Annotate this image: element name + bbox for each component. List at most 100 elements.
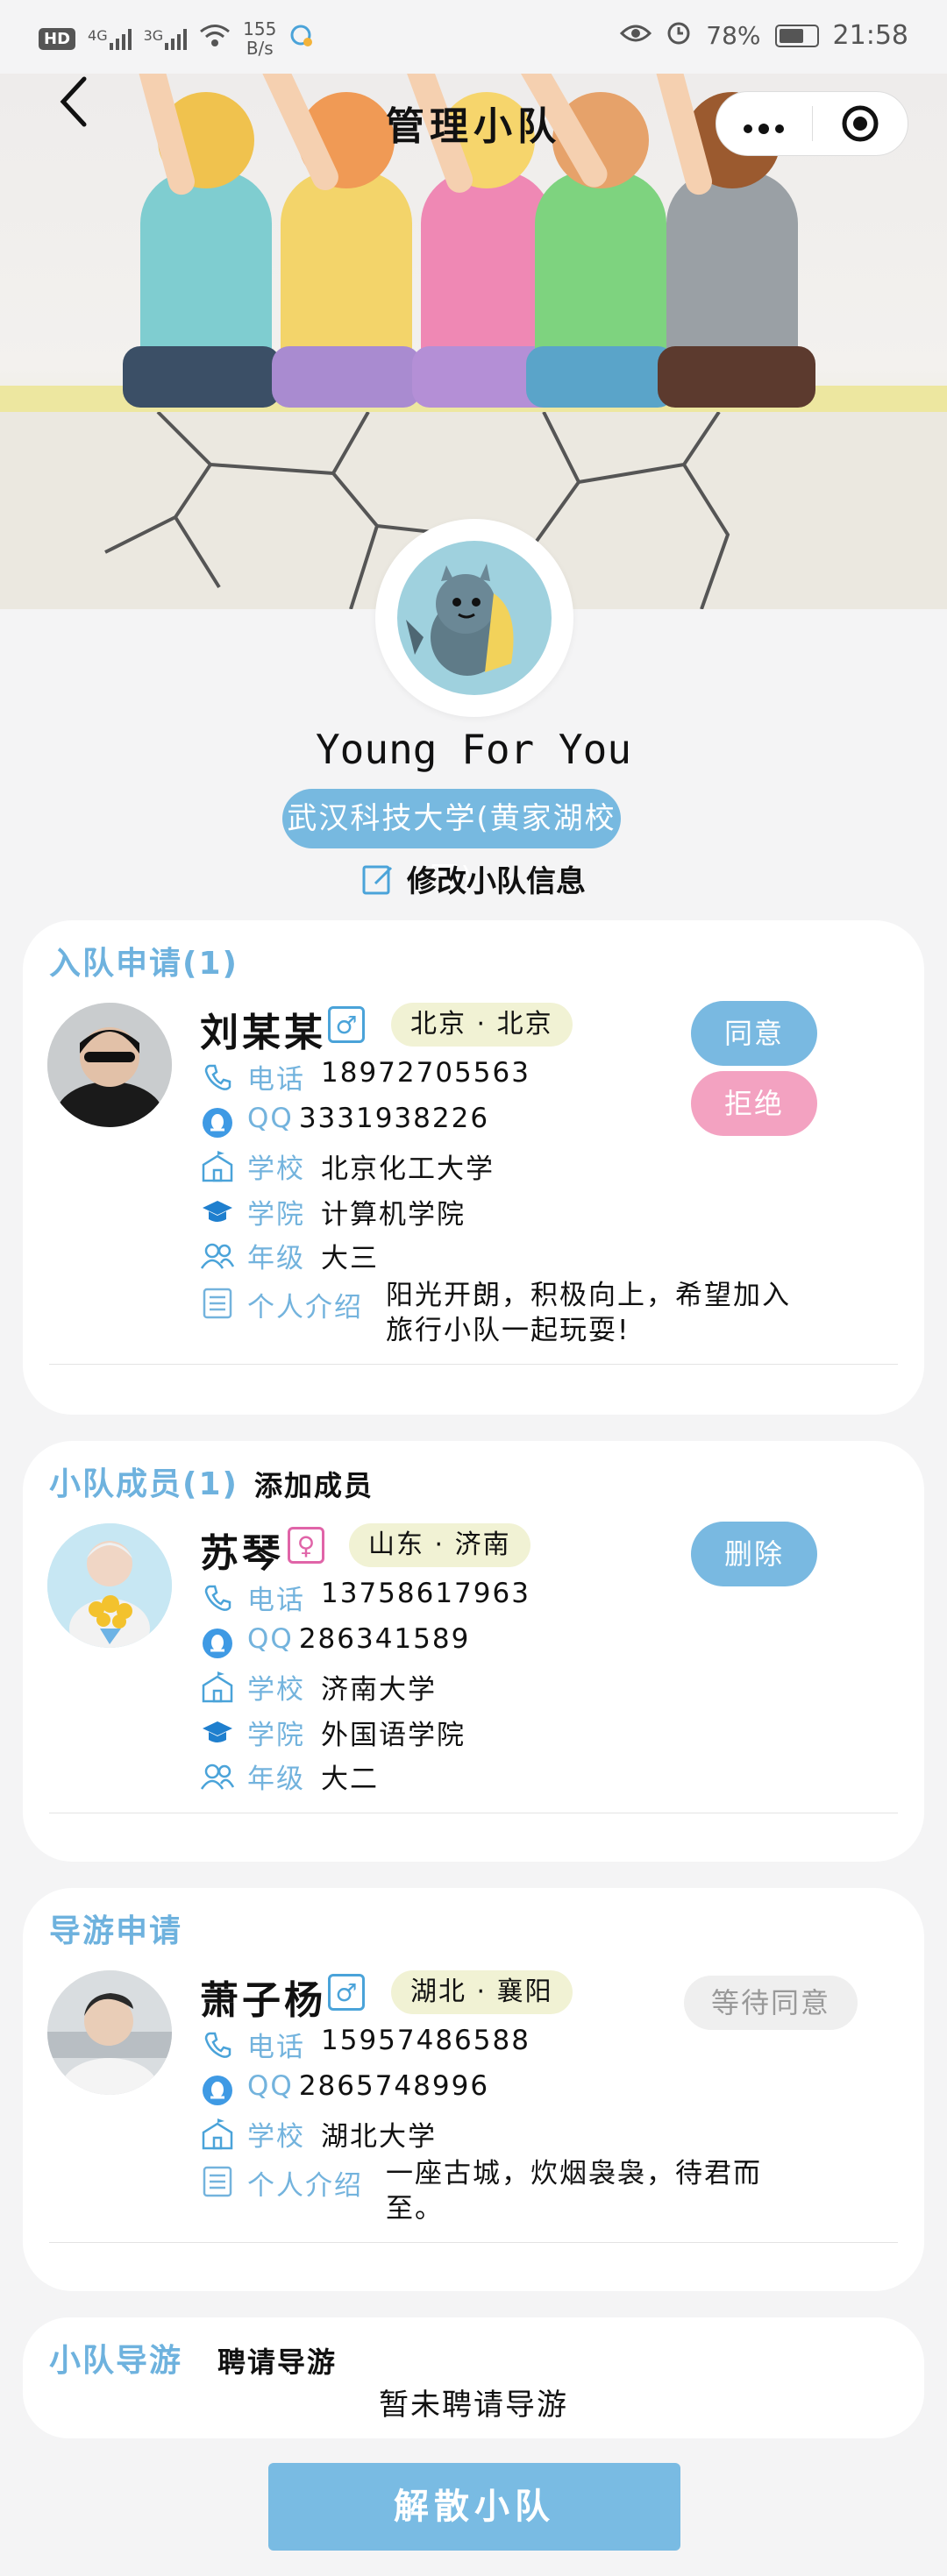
phone-value[interactable]: 13758617963 (321, 1578, 530, 1609)
grade-value: 大二 (321, 1763, 379, 1795)
guide-application-card: 导游申请 萧子杨 ♂ 湖北 · 襄阳 等待同意 电话 15957486588 Q… (23, 1888, 924, 2291)
guide-applicant-name: 萧子杨 (200, 1978, 326, 2023)
qq-value[interactable]: 286341589 (299, 1623, 471, 1655)
delete-member-button[interactable]: 删除 (691, 1522, 817, 1586)
intro-label: 个人介绍 (247, 2170, 363, 2202)
divider (49, 2242, 898, 2243)
pending-status-badge: 等待同意 (684, 1976, 858, 2030)
people-icon (196, 1756, 239, 1797)
avatar (47, 1523, 172, 1648)
graduation-cap-icon (196, 1192, 239, 1232)
more-button[interactable] (716, 104, 812, 143)
intro-row: 个人介绍 一座古城，炊烟袅袅，待君而至。 (196, 2156, 798, 2235)
grade-label: 年级 (247, 1243, 305, 1274)
team-avatar[interactable] (375, 519, 573, 717)
college-row: 学院 计算机学院 (196, 1192, 466, 1232)
list-icon (196, 2161, 239, 2202)
school-label: 学校 (247, 1674, 305, 1706)
member-location: 山东 · 济南 (349, 1523, 530, 1567)
team-members-title: 小队成员(1) (49, 1466, 239, 1502)
phone-row: 电话 13758617963 (196, 1578, 530, 1618)
phone-icon (196, 1578, 239, 1618)
intro-row: 个人介绍 阳光开朗，积极向上，希望加入旅行小队一起玩耍! (196, 1278, 798, 1357)
phone-icon (196, 1057, 239, 1097)
college-value: 外国语学院 (321, 1720, 466, 1751)
qq-label: QQ (247, 2070, 294, 2102)
qq-icon (196, 1103, 239, 1143)
applicant-name: 刘某某 (200, 1011, 326, 1055)
graduation-cap-icon (196, 1713, 239, 1753)
hd-badge: HD (39, 27, 76, 50)
hire-guide-button[interactable]: 聘请导游 (217, 2340, 337, 2381)
net-speed: 155 B/s (243, 18, 277, 59)
grade-label: 年级 (247, 1763, 305, 1795)
people-icon (196, 1236, 239, 1276)
school-value: 湖北大学 (321, 2121, 437, 2153)
school-icon (196, 1146, 239, 1187)
guide-application-title: 导游申请 (49, 1913, 183, 1949)
school-label: 学校 (247, 2121, 305, 2153)
close-mini-program-button[interactable] (812, 104, 908, 143)
status-bar: HD 4G 3G 155 B/s 78% 21:58 (0, 0, 947, 74)
team-avatar-image (397, 541, 552, 695)
intro-value: 一座古城，炊烟袅袅，待君而至。 (386, 2158, 762, 2225)
phone-value[interactable]: 15957486588 (321, 2025, 530, 2056)
phone-row: 电话 15957486588 (196, 2025, 530, 2065)
phone-label: 电话 (247, 1585, 305, 1616)
join-application-title: 入队申请(1) (49, 946, 239, 982)
intro-label: 个人介绍 (247, 1292, 363, 1323)
qq-icon (196, 2070, 239, 2111)
target-icon (842, 105, 879, 142)
school-value: 北京化工大学 (321, 1153, 495, 1185)
qq-label: QQ (247, 1623, 294, 1655)
school-icon (196, 2114, 239, 2154)
kid-illustration (644, 74, 815, 408)
qq-row: QQ 286341589 (196, 1623, 470, 1664)
no-guide-text: 暂未聘请导游 (379, 2388, 568, 2423)
team-guide-title: 小队导游 (49, 2343, 183, 2379)
grade-row: 年级 大二 (196, 1756, 379, 1797)
phone-row: 电话 18972705563 (196, 1057, 530, 1097)
qq-value[interactable]: 3331938226 (299, 1103, 489, 1134)
qq-row: QQ 2865748996 (196, 2070, 489, 2111)
signal-3g-icon: 3G (144, 27, 188, 50)
mini-program-capsule (716, 91, 908, 156)
team-name: Young For You (315, 726, 632, 773)
school-row: 学校 湖北大学 (196, 2114, 437, 2154)
dissolve-team-button[interactable]: 解散小队 (268, 2463, 680, 2551)
qq-row: QQ 3331938226 (196, 1103, 489, 1143)
grade-value: 大三 (321, 1243, 379, 1274)
divider (49, 1364, 898, 1365)
alarm-icon (666, 19, 692, 52)
add-member-button[interactable]: 添加成员 (254, 1464, 374, 1504)
guide-applicant-location: 湖北 · 襄阳 (391, 1970, 573, 2014)
team-guide-card: 小队导游 聘请导游 暂未聘请导游 (23, 2317, 924, 2438)
school-row: 学校 北京化工大学 (196, 1146, 495, 1187)
signal-4g-icon: 4G (88, 27, 132, 50)
agree-button[interactable]: 同意 (691, 1001, 817, 1066)
intro-value: 阳光开朗，积极向上，希望加入旅行小队一起玩耍! (386, 1280, 791, 1346)
kid-illustration (502, 74, 675, 408)
reject-button[interactable]: 拒绝 (691, 1071, 817, 1136)
avatar (47, 1003, 172, 1127)
eye-icon (620, 21, 652, 50)
school-label: 学校 (247, 1153, 305, 1185)
college-value: 计算机学院 (321, 1199, 466, 1231)
kid-illustration (245, 74, 421, 408)
qq-value[interactable]: 2865748996 (299, 2070, 489, 2102)
applicant-location: 北京 · 北京 (391, 1003, 573, 1047)
edit-team-info-button[interactable]: 修改小队信息 (0, 857, 947, 900)
list-icon (196, 1283, 239, 1323)
join-application-card: 入队申请(1) 刘某某 ♂ 北京 · 北京 同意 拒绝 电话 189727055… (23, 920, 924, 1415)
male-icon: ♂ (328, 1974, 365, 2011)
college-label: 学院 (247, 1720, 305, 1751)
school-row: 学校 济南大学 (196, 1667, 437, 1707)
phone-value[interactable]: 18972705563 (321, 1057, 530, 1089)
edit-icon (362, 865, 393, 894)
qq-label: QQ (247, 1103, 294, 1134)
battery-icon (774, 24, 819, 47)
college-label: 学院 (247, 1199, 305, 1231)
school-value: 济南大学 (321, 1674, 437, 1706)
team-members-card: 小队成员(1) 添加成员 苏琴 ♀ 山东 · 济南 删除 电话 13758617… (23, 1441, 924, 1862)
school-icon (196, 1667, 239, 1707)
